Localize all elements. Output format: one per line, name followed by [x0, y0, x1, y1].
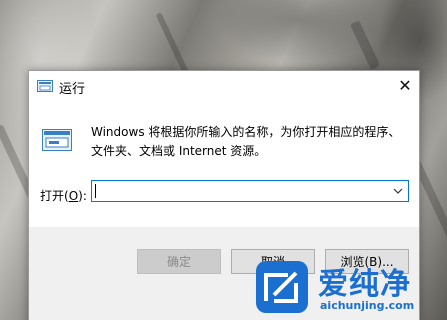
open-combobox[interactable]	[91, 180, 409, 202]
dialog-content: Windows 将根据你所输入的名称，为你打开相应的程序、文件夹、文档或 Int…	[29, 103, 419, 227]
open-label-start: 打开(	[40, 189, 69, 203]
rock-texture	[155, 12, 191, 78]
close-icon: ✕	[398, 75, 412, 95]
text-caret	[95, 184, 96, 198]
dropdown-arrow[interactable]	[391, 183, 405, 199]
watermark-logo-icon	[264, 271, 298, 303]
rock-texture	[349, 20, 381, 70]
open-input[interactable]	[95, 183, 385, 199]
run-icon	[37, 80, 53, 92]
dialog-titlebar: 运行 ✕	[29, 71, 419, 103]
dialog-title: 运行	[59, 82, 86, 97]
open-label: 打开(O):	[40, 187, 87, 204]
watermark-url: aichunjing.com	[320, 299, 415, 312]
ok-button[interactable]: 确定	[137, 249, 221, 274]
desktop-background: 运行 ✕ Windows 将根据你所输入的名称，为你打开相应的程序、文件夹、文档…	[0, 0, 447, 320]
dialog-description: Windows 将根据你所输入的名称，为你打开相应的程序、文件夹、文档或 Int…	[91, 125, 401, 158]
run-program-icon	[42, 129, 72, 151]
watermark: 爱纯净 aichunjing.com	[252, 255, 447, 320]
open-label-end: ):	[78, 189, 87, 203]
open-label-accelerator: O	[68, 189, 79, 203]
chevron-down-icon	[393, 188, 403, 194]
watermark-logo	[256, 261, 308, 313]
watermark-title: 爱纯净	[318, 267, 411, 302]
close-button[interactable]: ✕	[391, 71, 419, 99]
